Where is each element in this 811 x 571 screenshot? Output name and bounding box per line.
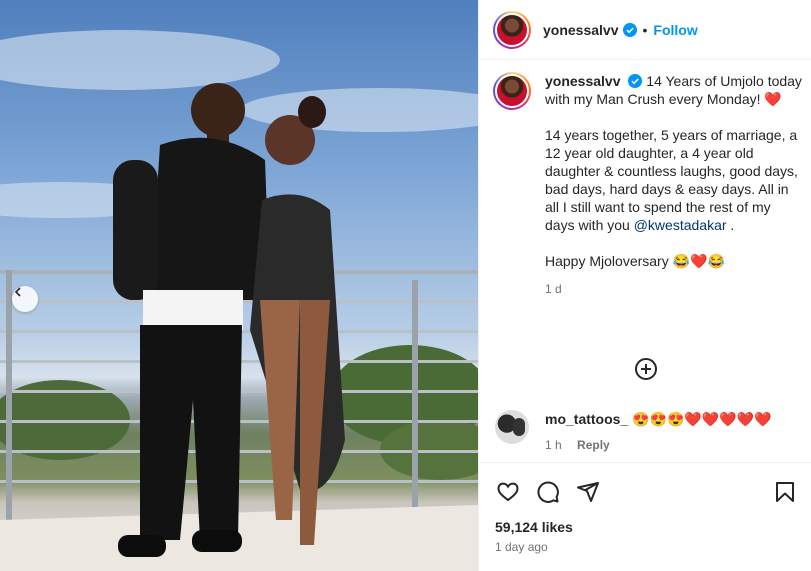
caption-line-3: Happy Mjoloversary 😂❤️😂 — [545, 253, 725, 269]
comment-icon — [537, 481, 559, 503]
share-button[interactable] — [575, 479, 601, 505]
comment-item: mo_tattoos_ 😍😍😍❤️❤️❤️❤️❤️ 1 h Reply — [495, 410, 772, 452]
save-button[interactable] — [772, 479, 798, 505]
comment-text: 😍😍😍❤️❤️❤️❤️❤️ — [632, 411, 772, 427]
commenter-avatar[interactable] — [495, 410, 529, 444]
caption-line-2-end: . — [726, 217, 735, 233]
heart-icon — [497, 482, 519, 502]
mention-link[interactable]: @kwestadakar — [634, 217, 727, 233]
post-caption: yonessalvv 14 Years of Umjolo today with… — [493, 72, 803, 298]
separator-dot: • — [642, 21, 648, 38]
add-circle-icon — [635, 358, 657, 380]
verified-badge-icon — [628, 74, 643, 88]
caption-avatar[interactable] — [493, 72, 531, 110]
load-more-comments-button[interactable] — [634, 357, 658, 381]
follow-button[interactable]: Follow — [653, 22, 697, 38]
post-timestamp: 1 day ago — [495, 540, 548, 554]
author-avatar[interactable] — [493, 10, 531, 49]
author-username[interactable]: yonessalvv — [543, 22, 619, 38]
commenter-username[interactable]: mo_tattoos_ — [545, 411, 628, 427]
share-icon — [577, 482, 599, 502]
bookmark-icon — [776, 482, 794, 502]
couple-photo-illustration — [0, 30, 478, 571]
caption-username[interactable]: yonessalvv — [545, 73, 621, 89]
comment-age: 1 h — [545, 438, 562, 452]
comment-button[interactable] — [535, 479, 561, 505]
caption-age: 1 d — [545, 282, 562, 296]
reply-button[interactable]: Reply — [577, 438, 610, 452]
post-sidebar: yonessalvv • Follow yonessalvv 14 Years … — [478, 0, 811, 571]
like-button[interactable] — [495, 479, 521, 505]
chevron-left-icon — [14, 287, 21, 297]
actions-bar: 59,124 likes 1 day ago — [479, 462, 811, 571]
like-count[interactable]: 59,124 likes — [495, 519, 573, 535]
previous-photo-button[interactable] — [12, 286, 38, 312]
post-header: yonessalvv • Follow — [479, 0, 811, 60]
post-photo[interactable] — [0, 0, 478, 571]
verified-badge-icon — [622, 22, 637, 37]
